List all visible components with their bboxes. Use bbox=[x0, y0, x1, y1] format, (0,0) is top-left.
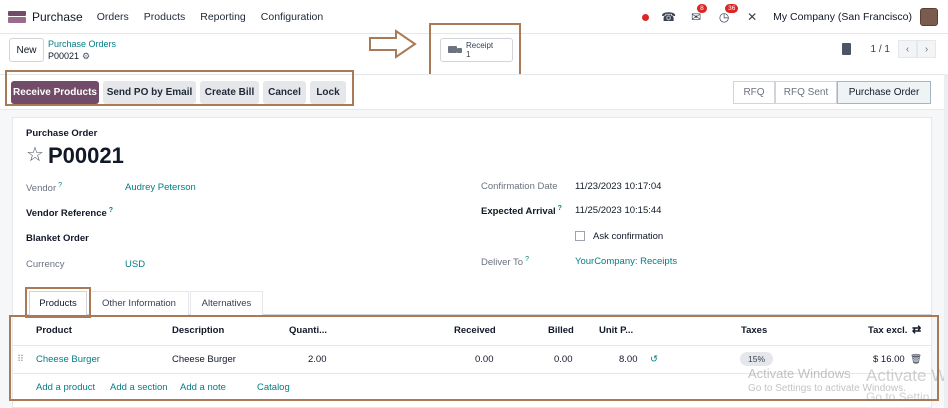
pager-previous-button[interactable]: ‹ bbox=[898, 40, 917, 58]
ask-confirmation-checkbox[interactable] bbox=[575, 231, 585, 241]
tab-other-information[interactable]: Other Information bbox=[89, 291, 189, 315]
expected-arrival-help-mark: ? bbox=[557, 205, 562, 212]
annotation-box-receipt bbox=[429, 23, 521, 76]
company-switcher[interactable]: My Company (San Francisco) bbox=[773, 11, 912, 23]
menu-orders[interactable]: Orders bbox=[97, 11, 129, 23]
breadcrumb-parent[interactable]: Purchase Orders bbox=[48, 39, 116, 49]
chat-badge: 8 bbox=[697, 4, 707, 13]
deliver-to-help-mark: ? bbox=[525, 256, 529, 263]
vendor-label-text: Vendor bbox=[26, 183, 57, 195]
breadcrumb-current-label: P00021 bbox=[48, 51, 80, 61]
apps-menu-icon[interactable] bbox=[8, 10, 26, 23]
vendor-reference-label: Vendor Reference? bbox=[26, 207, 113, 219]
currency-field[interactable]: USD bbox=[125, 259, 145, 270]
form-subtitle: Purchase Order bbox=[26, 128, 98, 139]
status-dot-icon bbox=[642, 13, 650, 21]
page-title: P00021 bbox=[48, 143, 124, 168]
activity-clock-icon[interactable]: ◷ 36 bbox=[717, 4, 739, 24]
menu-products[interactable]: Products bbox=[144, 11, 185, 23]
ask-confirmation-label: Ask confirmation bbox=[593, 231, 664, 242]
phone-icon[interactable]: ☎ bbox=[661, 10, 676, 24]
annotation-box-products-tab bbox=[25, 287, 91, 318]
star-icon[interactable]: ☆ bbox=[26, 142, 44, 167]
breadcrumb-current: P00021 ⚙ bbox=[48, 51, 90, 62]
vendor-label: Vendor? bbox=[26, 182, 62, 194]
pager-next-button[interactable]: › bbox=[917, 40, 936, 58]
confirmation-date-field[interactable]: 11/23/2023 10:17:04 bbox=[575, 181, 661, 192]
vendor-reference-help-mark: ? bbox=[108, 207, 114, 214]
pager: 1 / 1 ‹ › bbox=[841, 40, 936, 58]
scrollbar[interactable] bbox=[944, 74, 948, 408]
annotation-box-actions bbox=[5, 70, 354, 106]
stage-rfq[interactable]: RFQ bbox=[733, 81, 775, 104]
vendor-reference-label-text: Vendor Reference bbox=[26, 208, 107, 220]
currency-label: Currency bbox=[26, 259, 65, 270]
expected-arrival-label-text: Expected Arrival bbox=[481, 206, 556, 218]
stage-rfq-sent[interactable]: RFQ Sent bbox=[775, 81, 837, 104]
confirmation-date-label: Confirmation Date bbox=[481, 181, 558, 192]
vendor-field[interactable]: Audrey Peterson bbox=[125, 182, 196, 193]
user-avatar[interactable] bbox=[920, 8, 938, 26]
annotation-arrow bbox=[369, 29, 417, 59]
expected-arrival-field[interactable]: 11/25/2023 10:15:44 bbox=[575, 205, 661, 216]
watermark-title: Activate Windows bbox=[748, 366, 851, 381]
gear-icon[interactable]: ⚙ bbox=[82, 51, 90, 61]
attachment-icon[interactable] bbox=[841, 43, 851, 55]
new-button[interactable]: New bbox=[9, 38, 44, 62]
blanket-order-label: Blanket Order bbox=[26, 233, 89, 244]
vendor-help-mark: ? bbox=[58, 182, 63, 189]
expected-arrival-label: Expected Arrival? bbox=[481, 205, 562, 217]
tab-alternatives[interactable]: Alternatives bbox=[190, 291, 263, 315]
pager-value[interactable]: 1 / 1 bbox=[871, 44, 890, 55]
stage-purchase-order[interactable]: Purchase Order bbox=[837, 81, 931, 104]
tools-icon[interactable]: ✕ bbox=[745, 10, 759, 24]
deliver-to-field[interactable]: YourCompany: Receipts bbox=[575, 256, 677, 267]
deliver-to-label-text: Deliver To bbox=[481, 257, 524, 269]
watermark-big-title: Activate W bbox=[866, 366, 948, 385]
menu-reporting[interactable]: Reporting bbox=[200, 11, 246, 23]
watermark-big-subtitle: Go to Settin bbox=[866, 390, 930, 404]
app-name[interactable]: Purchase bbox=[32, 10, 83, 24]
chat-icon[interactable]: ✉ 8 bbox=[689, 4, 707, 24]
activity-badge: 36 bbox=[725, 4, 739, 13]
deliver-to-label: Deliver To? bbox=[481, 256, 529, 268]
menu-configuration[interactable]: Configuration bbox=[261, 11, 323, 23]
